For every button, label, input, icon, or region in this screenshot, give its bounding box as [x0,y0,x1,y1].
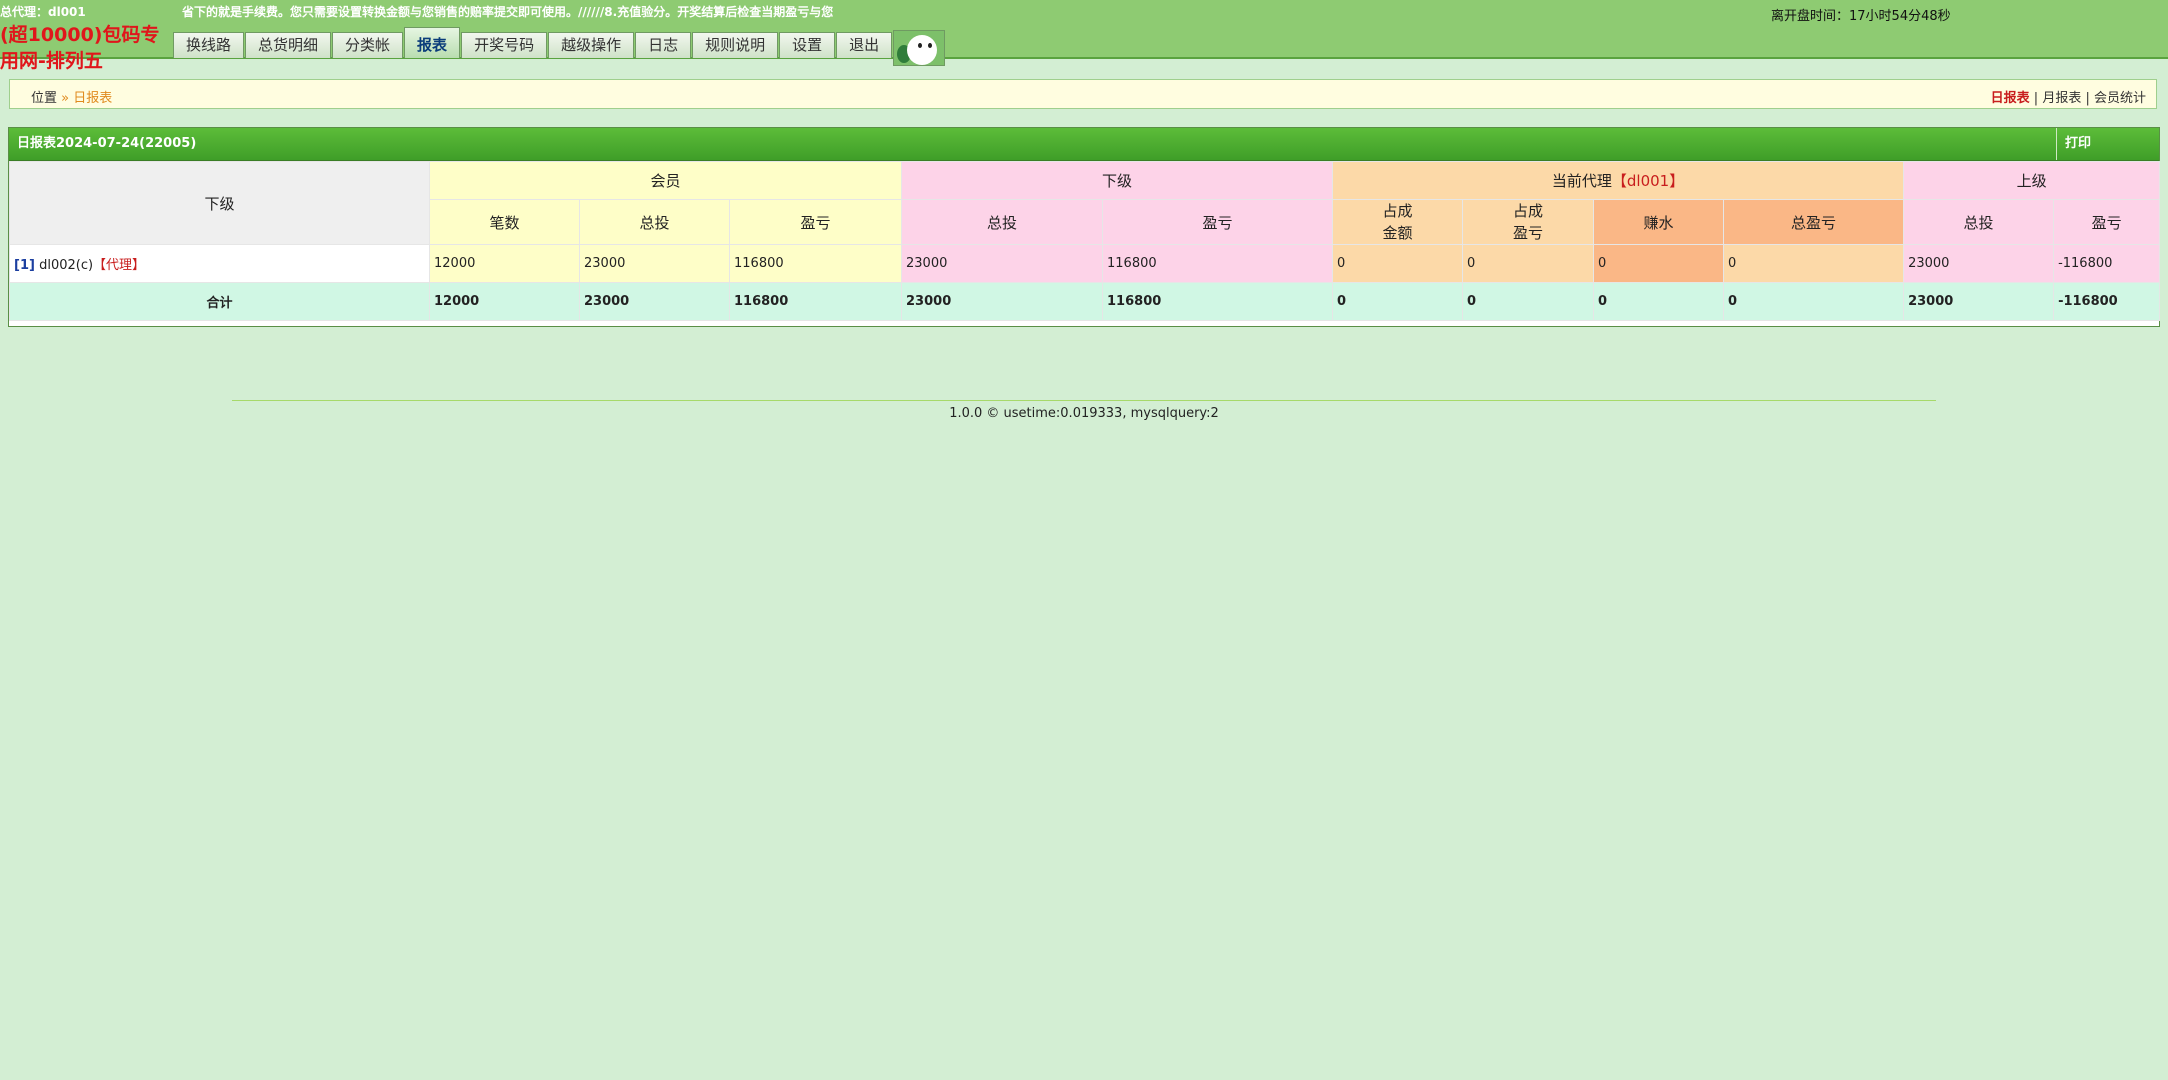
cell-agent-share-amount: 0 [1332,244,1464,283]
top-bar: 总代理：dl001 省下的就是手续费。您只需要设置转换金额与您销售的赔率提交即可… [0,0,2168,72]
report-links: 日报表 | 月报表 | 会员统计 [1990,91,2146,106]
site-name: (超10000)包码专用网-排列五 [0,24,160,72]
group-agent: 当前代理【dl001】 [1332,161,1905,200]
cell-member-pl: 116800 [728,244,903,283]
breadcrumb-location: 位置 [31,91,58,106]
countdown-timer: 离开盘时间：17小时54分48秒 [1771,9,1951,24]
col-sub-pl: 盈亏 [1102,199,1334,245]
cell-agent-rebate: 0 [1593,244,1725,283]
breadcrumb-current: 日报表 [73,91,113,106]
col-member-pl: 盈亏 [728,199,903,245]
group-member: 会员 [428,161,903,200]
col-agent-share-amount: 占成 金额 [1332,199,1464,245]
row-index: [1] [14,258,35,273]
group-agent-label: 当前代理 [1551,172,1612,190]
col-upper-bet: 总投 [1903,199,2055,245]
cell-agent-total-pl: 0 [1723,244,1905,283]
footer-info: 1.0.0 © usetime:0.019333, mysqlquery:2 [949,406,1219,421]
total-agent-rebate: 0 [1593,282,1725,321]
print-button[interactable]: 打印 [2056,128,2159,160]
group-sub: 下级 [901,161,1334,200]
total-upper-bet: 23000 [1903,282,2055,321]
cell-upper-pl: -116800 [2053,244,2161,283]
link-monthly-report[interactable]: 月报表 [2042,91,2081,106]
total-member-pl: 116800 [728,282,903,321]
total-row: 合计 12000 23000 116800 23000 116800 0 0 0… [9,282,2161,321]
mascot-icon[interactable] [893,30,946,66]
nav-settings[interactable]: 设置 [779,32,836,58]
nav-log[interactable]: 日志 [635,32,692,58]
total-sub-pl: 116800 [1102,282,1334,321]
table-row: [1] dl002(c)【代理】 12000 23000 116800 2300… [9,244,2161,283]
col-agent-share-pl: 占成 盈亏 [1462,199,1595,245]
report-panel: 日报表2024-07-24(22005) 打印 下级 会员 下级 当前代理【dl… [8,127,2161,327]
agent-label: 总代理：dl001 [0,5,86,19]
col-agent-rebate: 赚水 [1593,199,1725,245]
cell-sub-pl: 116800 [1102,244,1334,283]
col-agent-total-pl: 总盈亏 [1723,199,1905,245]
group-agent-name: 【dl001】 [1611,172,1685,190]
nav-overstep[interactable]: 越级操作 [548,32,635,58]
col-member-bet: 总投 [579,199,730,245]
main-nav: 换线路 总货明细 分类帐 报表 开奖号码 越级操作 日志 规则说明 设置 退出 [173,27,946,66]
report-header: 日报表2024-07-24(22005) 打印 [9,128,2159,161]
total-member-bet: 23000 [579,282,730,321]
total-sub-bet: 23000 [901,282,1104,321]
nav-total-detail[interactable]: 总货明细 [245,32,332,58]
cell-member-bet: 23000 [579,244,730,283]
nav-switch-line[interactable]: 换线路 [173,32,245,58]
total-agent-total-pl: 0 [1723,282,1905,321]
row-tag: 【代理】 [93,258,146,273]
breadcrumb-bar: 位置 » 日报表 日报表 | 月报表 | 会员统计 [9,79,2157,109]
nav-logout[interactable]: 退出 [836,32,893,58]
footer-divider [232,400,1936,401]
nav-draw-results[interactable]: 开奖号码 [461,32,548,58]
cell-sub-bet: 23000 [901,244,1104,283]
total-agent-share-pl: 0 [1462,282,1595,321]
row-name[interactable]: dl002(c) [39,258,93,273]
nav-ledger[interactable]: 分类帐 [332,32,404,58]
cell-agent-share-pl: 0 [1462,244,1595,283]
nav-rules[interactable]: 规则说明 [692,32,779,58]
total-label: 合计 [9,282,430,321]
col-level: 下级 [9,161,430,245]
total-member-count: 12000 [429,282,580,321]
nav-report[interactable]: 报表 [404,27,461,58]
group-upper: 上级 [1903,161,2161,200]
col-sub-bet: 总投 [901,199,1104,245]
breadcrumb: 位置 » 日报表 [31,87,112,106]
header-group-row: 下级 会员 下级 当前代理【dl001】 上级 [9,161,2161,245]
report-title: 日报表2024-07-24(22005) [17,136,197,151]
breadcrumb-separator: » [61,91,70,106]
total-upper-pl: -116800 [2053,282,2161,321]
report-table: 下级 会员 下级 当前代理【dl001】 上级 笔数 总投 盈亏 总投 盈亏 占… [9,161,2161,321]
cell-member-count: 12000 [429,244,580,283]
cell-upper-bet: 23000 [1903,244,2055,283]
row-subordinate[interactable]: [1] dl002(c)【代理】 [9,244,430,283]
notice-marquee: 省下的就是手续费。您只需要设置转换金额与您销售的赔率提交即可使用。//////8… [182,5,834,19]
link-member-stats[interactable]: 会员统计 [2094,91,2146,106]
total-agent-share-amount: 0 [1332,282,1464,321]
col-upper-pl: 盈亏 [2053,199,2161,245]
col-member-count: 笔数 [429,199,580,245]
link-daily-report[interactable]: 日报表 [1991,91,2030,106]
